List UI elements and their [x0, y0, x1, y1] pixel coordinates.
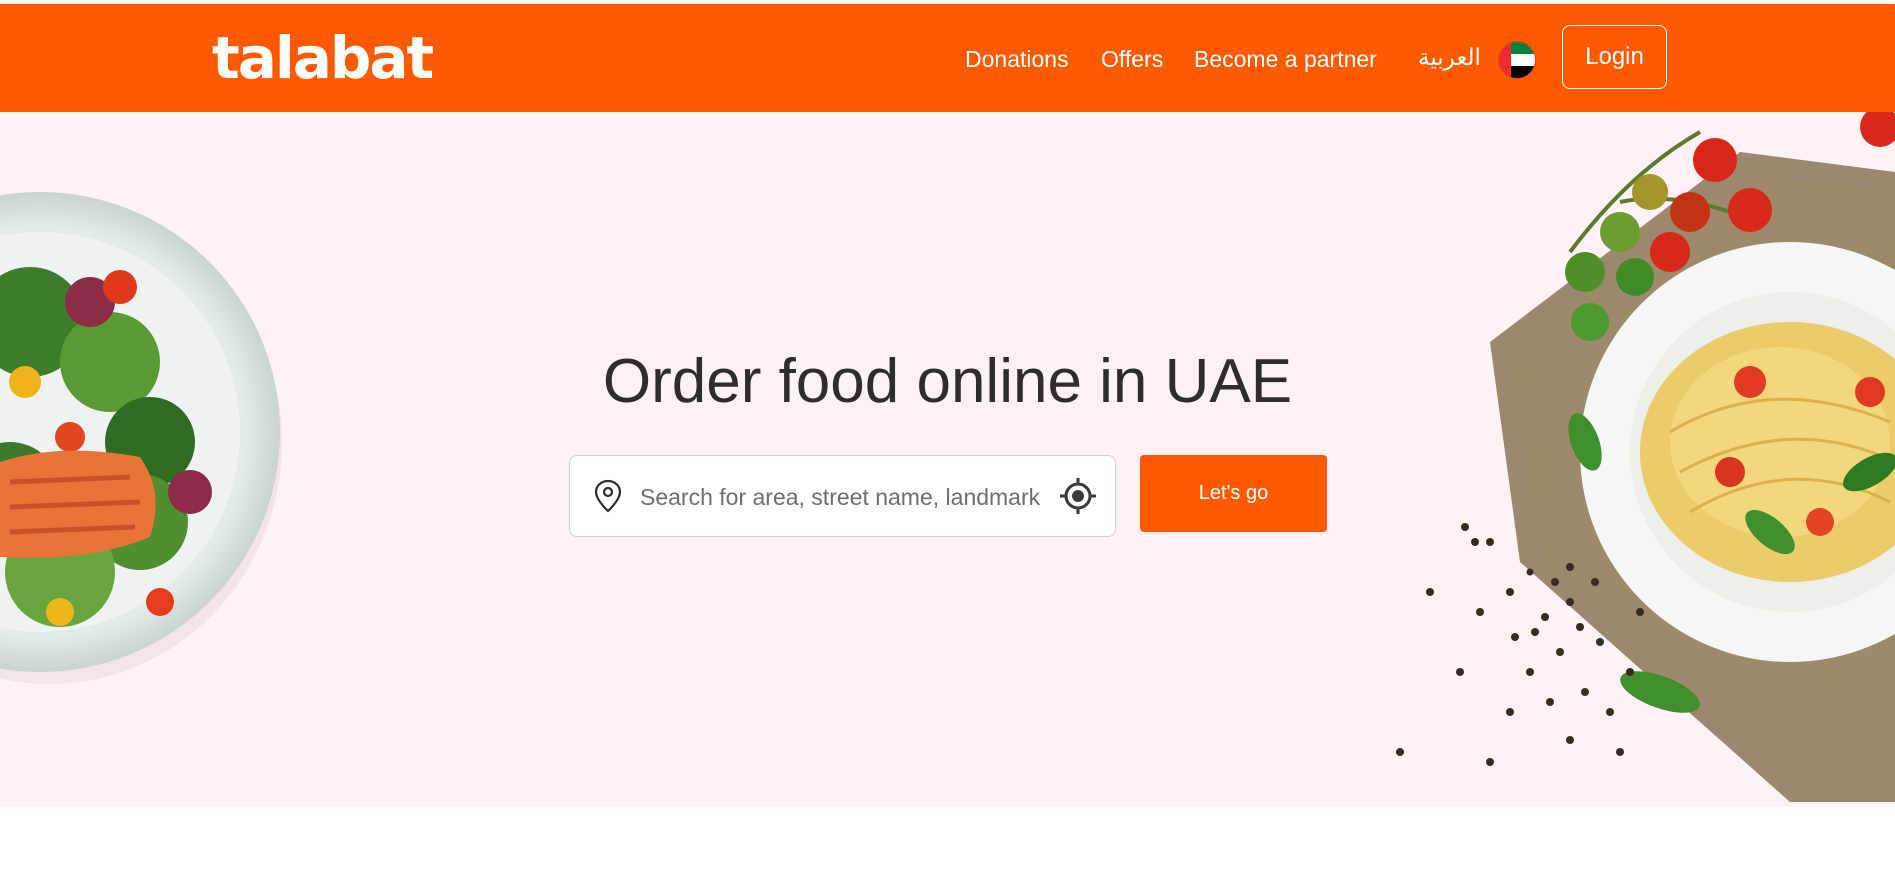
- location-search-input[interactable]: [638, 473, 1042, 521]
- lets-go-button[interactable]: Let's go: [1140, 455, 1327, 532]
- nav-link-donations[interactable]: Donations: [965, 44, 1069, 74]
- location-pin-icon: [594, 479, 622, 513]
- nav-link-arabic-language[interactable]: العربية: [1418, 42, 1481, 72]
- uae-flag-icon[interactable]: [1498, 41, 1536, 79]
- spaghetti-plate-image: [1396, 112, 1895, 802]
- locate-me-icon[interactable]: [1058, 476, 1098, 516]
- top-navbar: talabat Donations Offers Become a partne…: [0, 4, 1895, 112]
- location-search-box: [569, 455, 1116, 537]
- hero-section: Order food online in UAE Let's go: [0, 112, 1895, 807]
- page-headline: Order food online in UAE: [602, 347, 1293, 416]
- salmon-salad-plate-image: [0, 192, 282, 684]
- nav-link-become-partner[interactable]: Become a partner: [1194, 44, 1377, 74]
- login-button[interactable]: Login: [1562, 25, 1667, 89]
- nav-link-offers[interactable]: Offers: [1101, 44, 1163, 74]
- talabat-logo[interactable]: talabat: [212, 26, 434, 90]
